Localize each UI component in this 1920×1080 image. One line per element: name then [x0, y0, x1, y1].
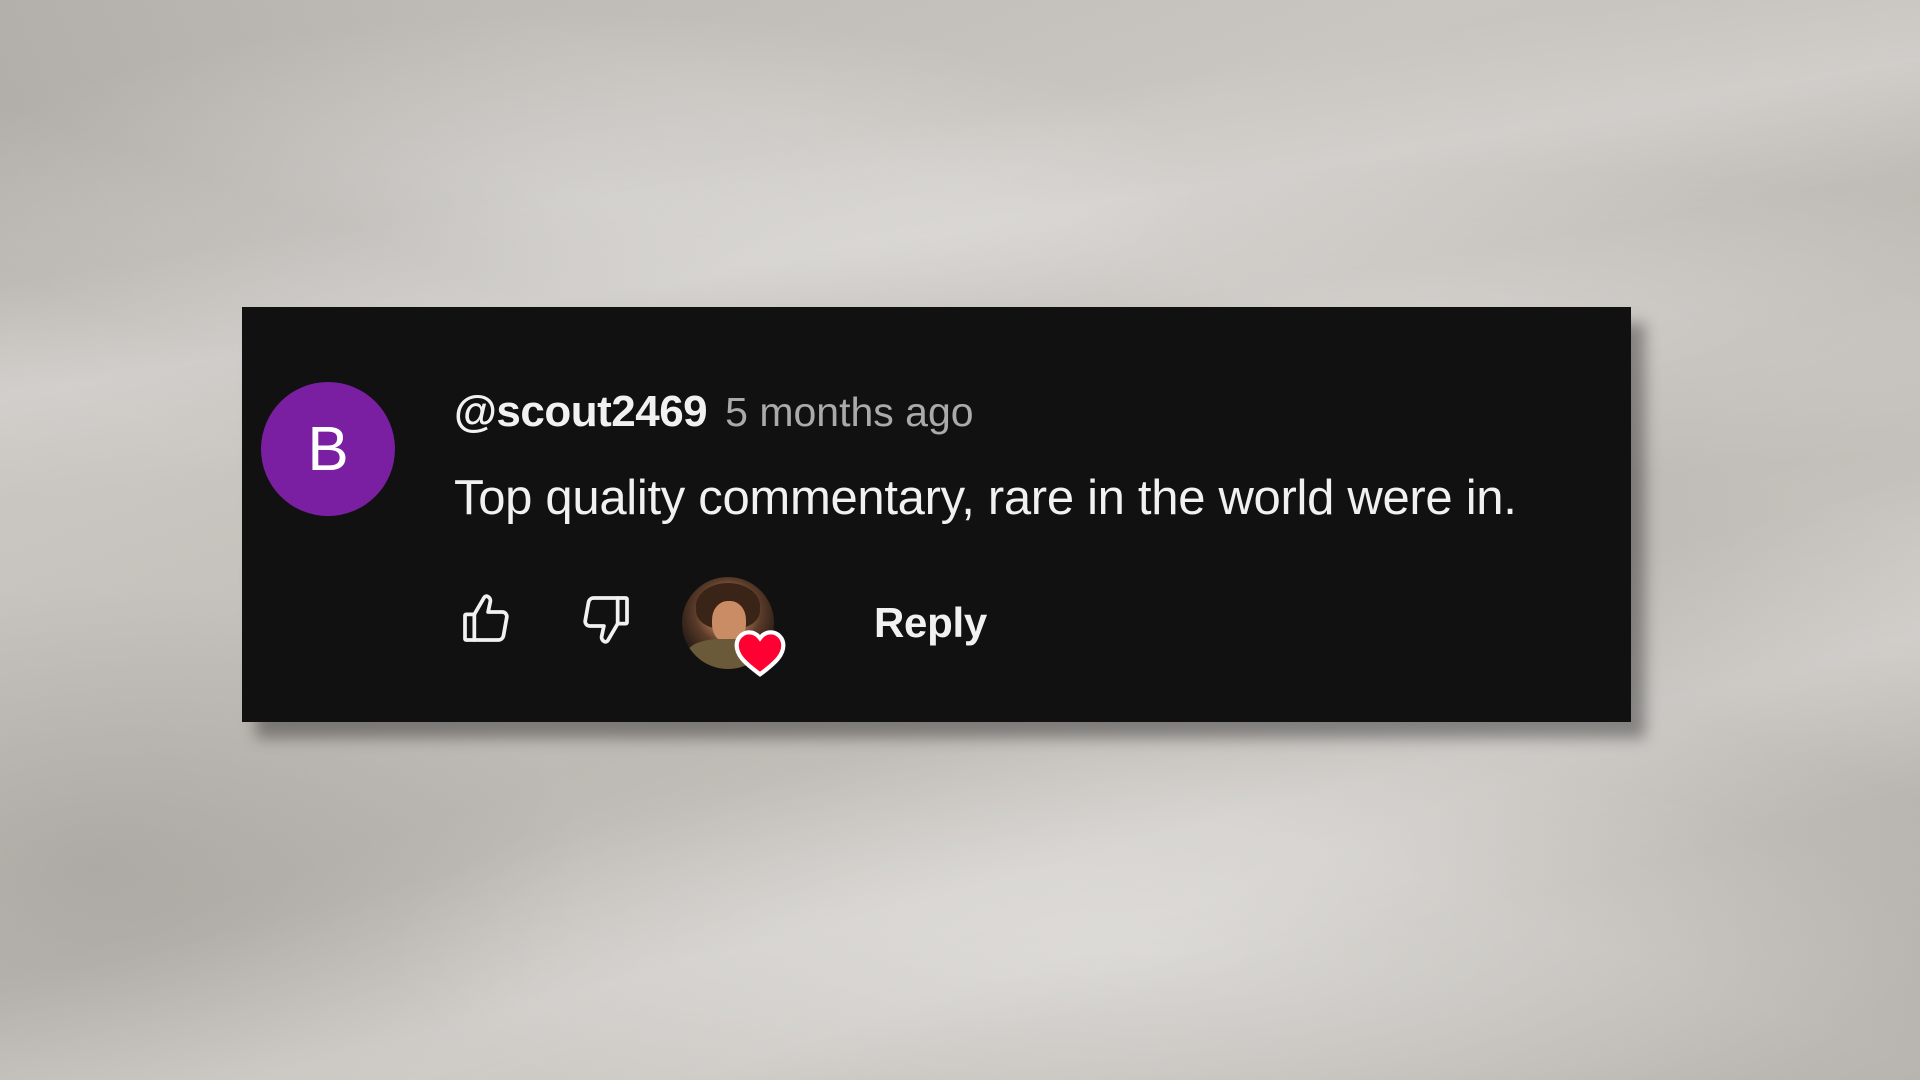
comment-body: Top quality commentary, rare in the worl…	[454, 471, 1517, 525]
dislike-button[interactable]	[574, 587, 638, 651]
author-username[interactable]: @scout2469	[454, 387, 708, 437]
comment-card: B @scout2469 5 months ago Top quality co…	[242, 307, 1631, 722]
like-button[interactable]	[454, 587, 518, 651]
comment-header: @scout2469 5 months ago	[454, 387, 974, 437]
thumbs-up-icon	[463, 594, 509, 642]
heart-icon	[734, 630, 786, 677]
creator-heart[interactable]	[682, 577, 788, 677]
avatar-initial: B	[307, 414, 349, 484]
author-avatar[interactable]: B	[261, 382, 395, 516]
reply-button[interactable]: Reply	[874, 599, 987, 647]
comment-timestamp[interactable]: 5 months ago	[725, 389, 973, 436]
thumbs-down-icon	[583, 596, 629, 644]
